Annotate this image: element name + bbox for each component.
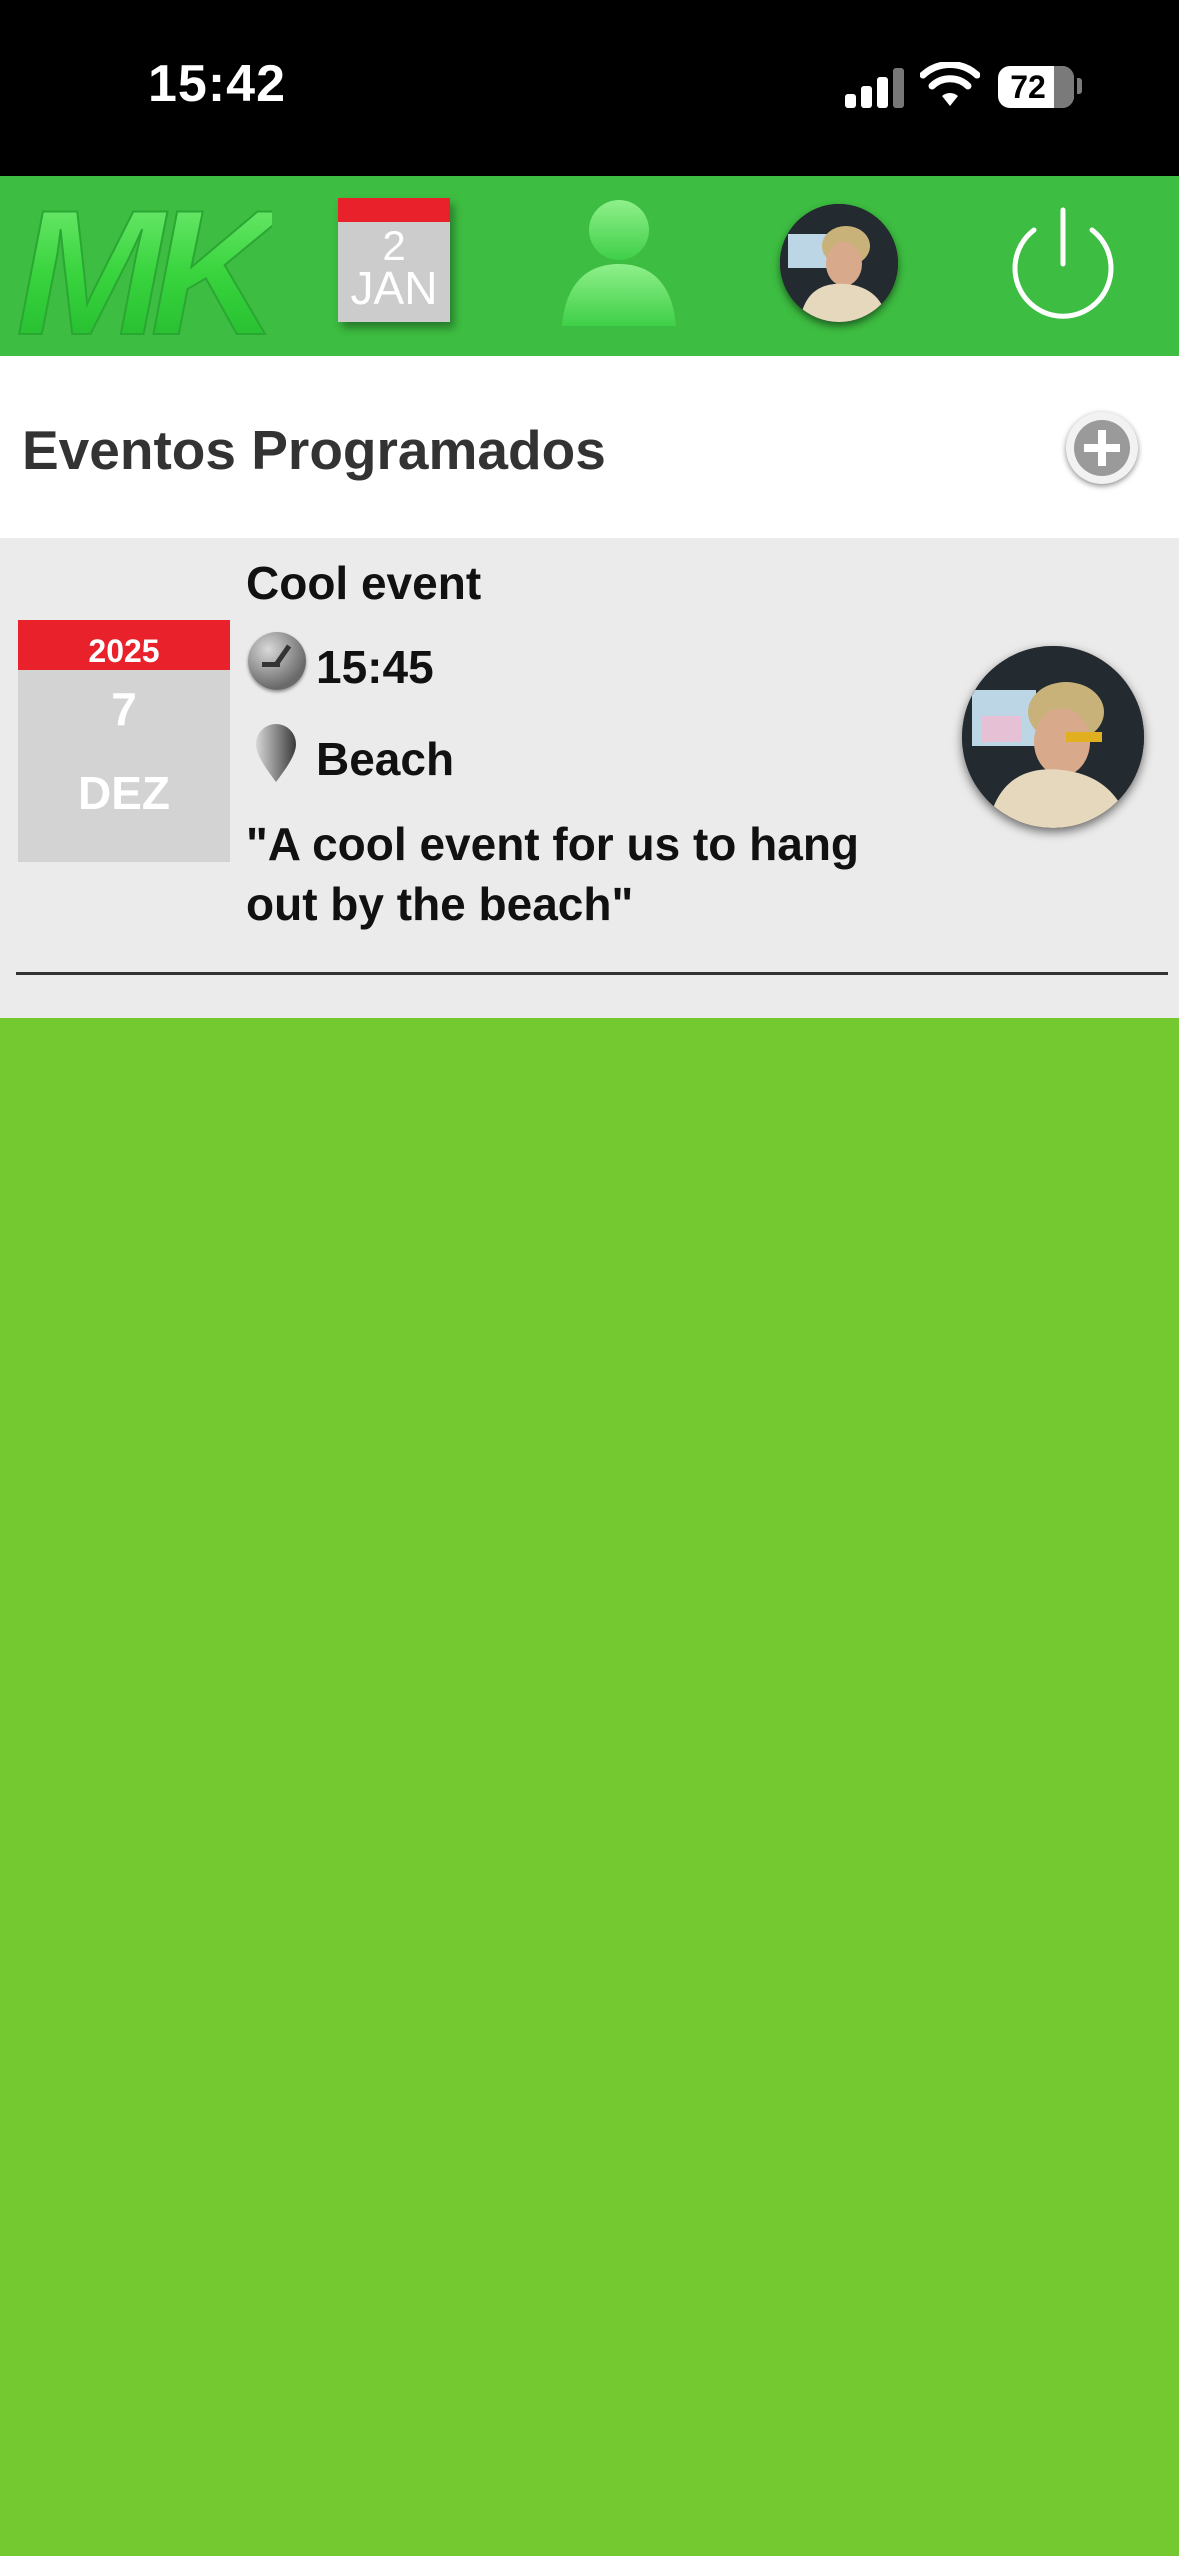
add-event-button[interactable] — [1066, 412, 1138, 484]
status-bar: 15:42 72 — [0, 0, 1179, 176]
top-nav: MK 2 JAN — [0, 176, 1179, 356]
section-header: Eventos Programados — [0, 356, 1179, 538]
page-title: Eventos Programados — [22, 419, 606, 481]
event-title: Cool event — [246, 557, 482, 609]
list-divider — [16, 972, 1168, 975]
event-date-badge: 2025 7 DEZ — [18, 620, 230, 862]
calendar-icon[interactable]: 2 JAN — [338, 198, 450, 322]
event-year: 2025 — [18, 620, 230, 670]
cellular-signal-icon — [845, 66, 905, 108]
add-icon — [1074, 420, 1130, 476]
event-description: "A cool event for us to hang out by the … — [246, 818, 860, 930]
calendar-day: 2 — [382, 222, 406, 269]
power-icon[interactable] — [1004, 206, 1122, 324]
battery-level: 72 — [1010, 69, 1046, 105]
svg-text:MK: MK — [16, 186, 272, 348]
calendar-month: JAN — [350, 262, 438, 314]
nav-user-avatar[interactable] — [780, 204, 898, 322]
wifi-icon — [920, 62, 980, 106]
person-icon[interactable] — [558, 198, 680, 326]
event-location: Beach — [316, 733, 455, 785]
event-day: 7 — [111, 683, 137, 735]
battery-icon: 72 — [998, 66, 1074, 108]
events-list: 2025 7 DEZ Cool event 15:45 Beach "A coo… — [0, 538, 1179, 1018]
status-time: 15:42 — [148, 55, 286, 113]
clock-icon — [248, 632, 306, 690]
mk-logo[interactable]: MK — [14, 186, 272, 348]
location-pin-icon — [256, 724, 296, 782]
event-time: 15:45 — [316, 641, 434, 693]
event-month: DEZ — [78, 767, 170, 819]
event-host-avatar[interactable] — [962, 646, 1144, 828]
